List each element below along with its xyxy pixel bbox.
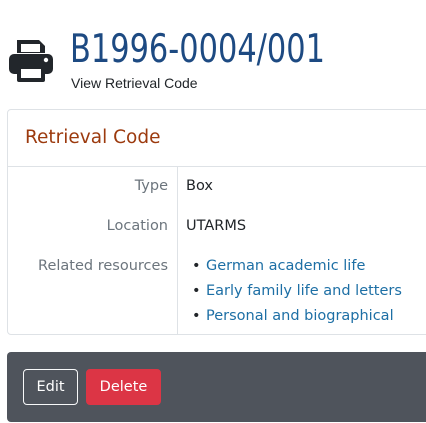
retrieval-code-card: Retrieval Code Type Box Location UTARMS …: [7, 109, 426, 335]
page-header: B1996-0004/001 View Retrieval Code: [0, 0, 426, 100]
action-toolbar: Edit Delete: [7, 352, 426, 422]
page-title: B1996-0004/001: [70, 27, 325, 72]
list-item: • Early family life and letters: [190, 281, 402, 306]
bullet-icon: •: [192, 283, 201, 299]
related-resources-list: • German academic life • Early family life…: [190, 256, 402, 331]
location-label: Location: [106, 218, 168, 234]
related-resource-link[interactable]: German academic life: [206, 258, 365, 274]
related-resource-link[interactable]: Personal and biographical: [206, 308, 394, 324]
related-resource-link[interactable]: Early family life and letters: [206, 283, 402, 299]
bullet-icon: •: [192, 308, 201, 324]
printer-icon: [7, 36, 55, 84]
related-resources-label: Related resources: [38, 258, 168, 274]
card-title: Retrieval Code: [25, 127, 161, 148]
card-header: Retrieval Code: [8, 110, 426, 167]
location-value: UTARMS: [186, 218, 247, 234]
delete-button[interactable]: Delete: [86, 369, 161, 405]
edit-button[interactable]: Edit: [23, 369, 78, 405]
column-divider: [177, 167, 178, 334]
type-value: Box: [186, 178, 213, 194]
type-label: Type: [134, 178, 168, 194]
bullet-icon: •: [192, 258, 201, 274]
view-retrieval-code-link[interactable]: View Retrieval Code: [71, 74, 198, 92]
list-item: • German academic life: [190, 256, 402, 281]
list-item: • Personal and biographical: [190, 306, 402, 331]
